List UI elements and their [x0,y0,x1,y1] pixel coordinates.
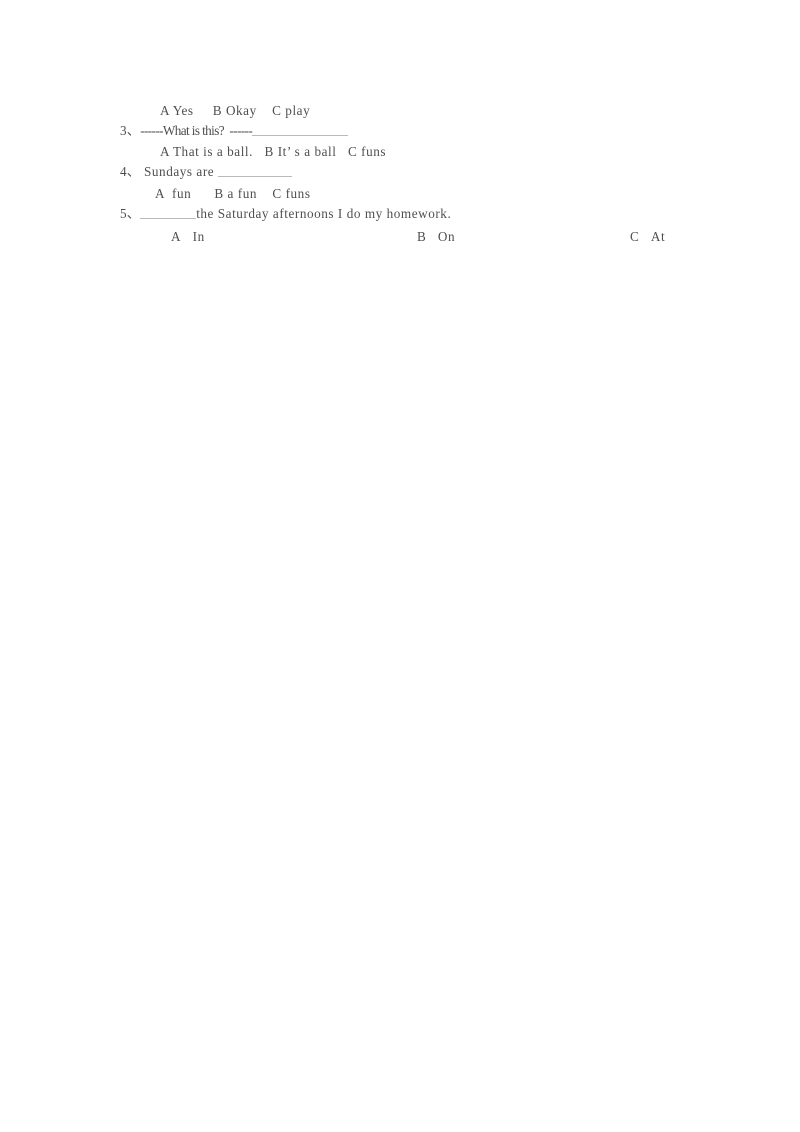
option-gap [639,229,651,244]
question-4-stem-text: Sundays are [140,164,219,179]
question-4-options: A fun B a fun C funs [155,186,311,201]
question-5-option-c: C At [630,229,665,244]
question-4-stem: 4、 Sundays are [120,164,293,179]
option-gap [181,229,193,244]
question-4-answer-blank[interactable] [218,165,293,177]
question-5-stem-text: the Saturday afternoons I do my homework… [196,206,452,221]
option-gap [426,229,438,244]
scanned-page: A Yes B Okay C play 3、------What is this… [0,0,800,1132]
question-5-answer-blank[interactable] [140,207,197,219]
question-5-option-a-text: In [192,229,205,244]
question-5-option-a-label: A [171,229,182,244]
question-4-number: 4、 [120,164,141,179]
question-3-answer-blank[interactable] [252,124,349,136]
question-5-option-b-text: On [437,229,456,244]
question-3-stem: 3、------What is this? ------ [120,123,349,138]
question-5-option-a: A In [171,229,205,244]
question-2-options: A Yes B Okay C play [160,103,311,118]
question-5-option-b-label: B [417,229,427,244]
question-3-stem-text: ------What is this? ------ [140,123,253,138]
question-3-options: A That is a ball. B It’ s a ball C funs [160,144,387,159]
question-5-option-c-text: At [650,229,666,244]
question-5-stem: 5、 the Saturday afternoons I do my homewo… [120,206,451,221]
question-5-number: 5、 [120,206,141,221]
question-5-option-c-label: C [630,229,640,244]
question-5-option-b: B On [417,229,455,244]
question-3-number: 3、 [120,123,141,138]
